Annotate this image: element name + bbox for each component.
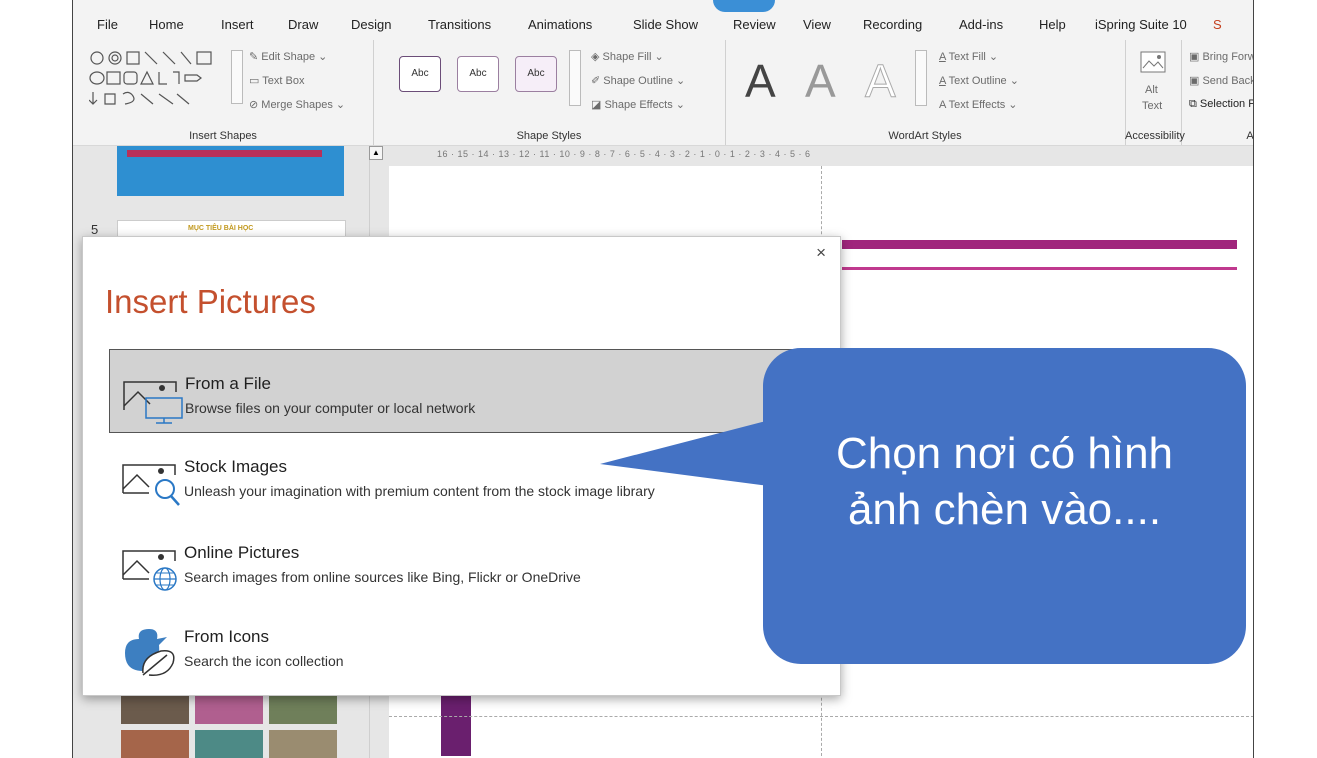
selection-pane-button[interactable]: ⧉ Selection Pane <box>1189 98 1253 111</box>
ribbon: ✎ Edit Shape ⌄ ▭ Text Box ⊘ Merge Shapes… <box>73 40 1253 146</box>
group-wordart-styles: A A A A Text Fill ⌄ A Text Outline ⌄ A T… <box>725 40 1126 145</box>
option-subtitle: Browse files on your computer or local n… <box>185 400 476 416</box>
slide-header-line <box>842 267 1237 270</box>
close-button[interactable]: × <box>816 243 826 263</box>
option-subtitle: Search images from online sources like B… <box>184 569 581 585</box>
tab-file[interactable]: File <box>97 17 118 32</box>
file-computer-icon <box>123 381 183 424</box>
slide5-title: MỤC TIÊU BÀI HỌC <box>188 225 254 232</box>
dialog-title: Insert Pictures <box>105 283 316 320</box>
wordart-style-3[interactable]: A <box>865 54 897 108</box>
shape-fill-button[interactable]: ◈ Shape Fill ⌄ <box>591 50 664 63</box>
slide-thumbnail-4[interactable] <box>117 146 344 196</box>
wordart-style-1[interactable]: A <box>745 54 776 108</box>
edit-shape-button[interactable]: ✎ Edit Shape ⌄ <box>249 50 327 63</box>
option-subtitle: Search the icon collection <box>184 653 344 669</box>
instruction-callout: Chọn nơi có hình ảnh chèn vào.... <box>763 348 1246 664</box>
text-box-button[interactable]: ▭ Text Box <box>249 74 304 87</box>
text-outline-label: Text Outline <box>948 75 1007 87</box>
tab-view[interactable]: View <box>803 17 831 32</box>
shape-style-3[interactable]: Abc <box>515 56 557 92</box>
text-fill-label: Text Fill <box>948 51 986 63</box>
tab-home[interactable]: Home <box>149 17 184 32</box>
group-label-insert-shapes: Insert Shapes <box>189 130 257 142</box>
text-effects-label: Text Effects <box>948 99 1006 111</box>
text-outline-button[interactable]: A Text Outline ⌄ <box>939 74 1019 87</box>
alt-text-icon[interactable] <box>1139 50 1167 76</box>
group-label-accessibility: Accessibility <box>1125 130 1185 142</box>
callout-line-2: ảnh chèn vào.... <box>847 485 1162 534</box>
option-title: Stock Images <box>184 457 287 476</box>
callout-line-1: Chọn nơi có hình <box>835 429 1174 478</box>
tab-recording[interactable]: Recording <box>863 17 922 32</box>
group-shape-styles: Abc Abc Abc ◈ Shape Fill ⌄ ✐ Shape Outli… <box>373 40 726 145</box>
option-online-pictures[interactable]: Online Pictures Search images from onlin… <box>109 519 829 601</box>
shape-effects-button[interactable]: ◪ Shape Effects ⌄ <box>591 98 685 111</box>
tab-insert[interactable]: Insert <box>221 17 254 32</box>
ribbon-tab-bar: File Home Insert Draw Design Transitions… <box>73 0 1253 40</box>
stock-images-search-icon <box>122 464 180 506</box>
shape-style-2[interactable]: Abc <box>457 56 499 92</box>
presenter-badge <box>713 0 775 12</box>
horizontal-ruler: 16 · 15 · 14 · 13 · 12 · 11 · 10 · 9 · 8… <box>437 149 811 159</box>
alt-text-label-2: Text <box>1142 100 1163 112</box>
slide-thumbnail-images[interactable] <box>121 694 343 758</box>
shape-outline-button[interactable]: ✐ Shape Outline ⌄ <box>591 74 685 87</box>
merge-shapes-button[interactable]: ⊘ Merge Shapes ⌄ <box>249 98 345 111</box>
group-accessibility: Alt Text Accessibility <box>1125 40 1185 145</box>
shape-effects-label: Shape Effects <box>604 99 673 111</box>
option-title: From a File <box>185 374 271 393</box>
group-arrange: ▣ Bring Forward ▣ Send Backwar ⧉ Selecti… <box>1181 40 1254 145</box>
option-from-icons[interactable]: From Icons Search the icon collection <box>109 603 829 685</box>
tab-slide-show[interactable]: Slide Show <box>633 17 698 32</box>
text-effects-button[interactable]: A Text Effects ⌄ <box>939 98 1018 111</box>
slide-header-bar <box>842 240 1237 249</box>
tab-review[interactable]: Review <box>733 17 776 32</box>
tab-shape-format[interactable]: S <box>1213 17 1222 32</box>
tab-draw[interactable]: Draw <box>288 17 318 32</box>
group-label-arrange: Arr <box>1246 130 1254 142</box>
online-pictures-globe-icon <box>122 550 177 591</box>
tab-animations[interactable]: Animations <box>528 17 592 32</box>
wordart-style-2[interactable]: A <box>805 54 836 108</box>
wordart-scroll[interactable] <box>915 50 927 106</box>
tab-add-ins[interactable]: Add-ins <box>959 17 1003 32</box>
slide-number: 5 <box>91 222 99 237</box>
group-label-wordart: WordArt Styles <box>888 130 962 142</box>
selection-pane-label: Selection Pane <box>1199 98 1253 110</box>
icons-duck-leaf-icon <box>125 629 175 676</box>
alt-text-label-1: Alt <box>1145 84 1158 96</box>
callout-text: Chọn nơi có hình ảnh chèn vào.... <box>763 426 1246 538</box>
bring-forward-label: Bring Forward <box>1202 51 1253 63</box>
shapes-gallery-scroll[interactable] <box>231 50 243 104</box>
shape-outline-label: Shape Outline <box>603 75 673 87</box>
tab-transitions[interactable]: Transitions <box>428 17 491 32</box>
text-fill-button[interactable]: A Text Fill ⌄ <box>939 50 998 63</box>
shapes-gallery[interactable] <box>89 50 231 108</box>
shape-fill-label: Shape Fill <box>602 51 652 63</box>
edit-shape-label: Edit Shape <box>261 51 316 63</box>
option-subtitle: Unleash your imagination with premium co… <box>184 483 655 499</box>
tab-ispring[interactable]: iSpring Suite 10 <box>1095 17 1187 32</box>
shape-style-1[interactable]: Abc <box>399 56 441 92</box>
bring-forward-button[interactable]: ▣ Bring Forward <box>1189 50 1253 63</box>
shape-styles-scroll[interactable] <box>569 50 581 106</box>
text-box-label: Text Box <box>262 75 305 87</box>
tab-help[interactable]: Help <box>1039 17 1066 32</box>
option-title: From Icons <box>184 627 270 646</box>
send-backward-button[interactable]: ▣ Send Backwar <box>1189 74 1253 87</box>
group-insert-shapes: ✎ Edit Shape ⌄ ▭ Text Box ⊘ Merge Shapes… <box>73 40 374 145</box>
scroll-up-arrow[interactable]: ▲ <box>369 146 383 160</box>
send-backward-label: Send Backwar <box>1202 75 1253 87</box>
group-label-shape-styles: Shape Styles <box>516 130 582 142</box>
option-title: Online Pictures <box>184 543 300 562</box>
tab-design[interactable]: Design <box>351 17 391 32</box>
merge-shapes-label: Merge Shapes <box>261 99 333 111</box>
